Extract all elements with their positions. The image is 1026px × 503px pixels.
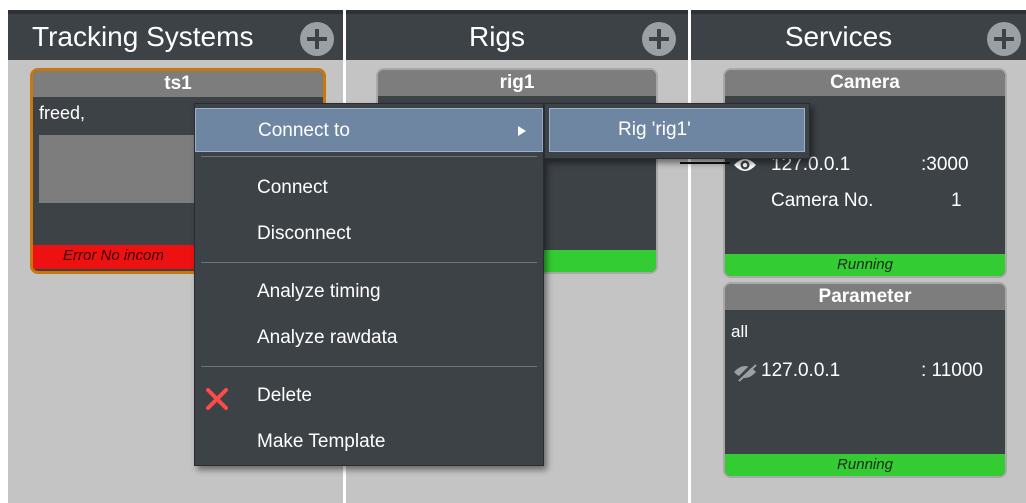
services-column: Services Camera 127.0.0.1 :3000 Camera N… <box>691 10 1026 503</box>
service-port: :3000 <box>921 154 969 175</box>
services-header: Services <box>691 10 1026 60</box>
menu-item-label: Delete <box>257 385 312 406</box>
rigs-header: Rigs <box>346 10 688 60</box>
menu-item-make-template[interactable]: Make Template <box>195 420 543 464</box>
service-card-parameter[interactable]: Parameter all 127.0.0.1 : 11000 Running <box>723 282 1007 478</box>
add-service-button[interactable] <box>987 22 1021 56</box>
eye-off-icon <box>733 361 757 383</box>
camera-number-label: Camera No. <box>771 190 874 211</box>
menu-separator <box>201 156 537 157</box>
menu-item-label: Disconnect <box>257 223 351 244</box>
service-port: : 11000 <box>921 360 983 381</box>
menu-item-label: Analyze timing <box>257 281 381 302</box>
card-title: ts1 <box>33 71 323 97</box>
service-card-camera[interactable]: Camera 127.0.0.1 :3000 Camera No. 1 Runn… <box>723 68 1007 278</box>
menu-item-analyze-timing[interactable]: Analyze timing <box>195 270 543 314</box>
menu-item-connect[interactable]: Connect <box>195 166 543 210</box>
card-title: rig1 <box>378 70 656 96</box>
menu-item-label: Analyze rawdata <box>257 327 398 348</box>
card-subtitle: all <box>731 322 749 341</box>
context-menu: Connect to Connect Disconnect Analyze ti… <box>194 103 544 466</box>
menu-separator <box>201 366 537 367</box>
tracking-systems-title: Tracking Systems <box>32 21 254 52</box>
card-subtitle: freed, <box>39 103 86 123</box>
menu-item-label: Make Template <box>257 431 386 452</box>
menu-item-label: Connect to <box>258 120 350 141</box>
services-title: Services <box>784 21 893 52</box>
tracking-systems-header: Tracking Systems <box>8 10 343 60</box>
status-badge: Running <box>725 454 1005 476</box>
submenu-arrow-icon <box>518 126 526 136</box>
connection-line <box>680 162 730 164</box>
menu-item-delete[interactable]: Delete <box>195 374 543 418</box>
card-title: Camera <box>725 70 1005 96</box>
menu-item-label: Connect <box>257 177 328 198</box>
connect-to-submenu: Rig 'rig1' <box>544 103 810 159</box>
submenu-item-label: Rig 'rig1' <box>618 119 691 140</box>
card-body: all 127.0.0.1 : 11000 Running <box>725 310 1005 476</box>
add-rig-button[interactable] <box>642 22 676 56</box>
card-title: Parameter <box>725 284 1005 310</box>
camera-number-value: 1 <box>951 190 962 211</box>
delete-x-icon <box>205 384 229 410</box>
menu-item-analyze-rawdata[interactable]: Analyze rawdata <box>195 316 543 360</box>
menu-separator <box>201 262 537 263</box>
add-tracking-system-button[interactable] <box>300 22 334 56</box>
rigs-title: Rigs <box>468 21 525 52</box>
menu-item-connect-to[interactable]: Connect to <box>195 108 543 152</box>
service-address: 127.0.0.1 <box>761 360 841 381</box>
menu-item-disconnect[interactable]: Disconnect <box>195 212 543 256</box>
submenu-item-rig1[interactable]: Rig 'rig1' <box>549 108 805 152</box>
status-badge: Running <box>725 254 1005 276</box>
